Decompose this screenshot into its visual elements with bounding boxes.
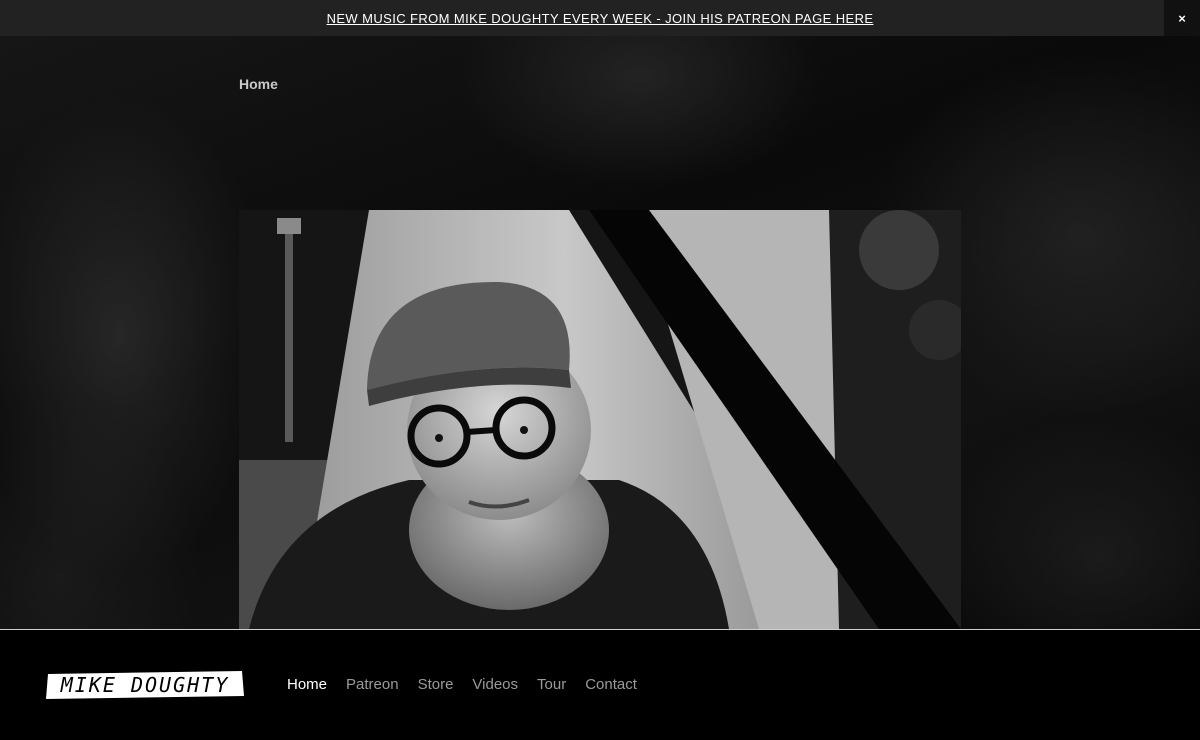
- nav-item-tour[interactable]: Tour: [537, 676, 566, 693]
- nav-item-contact[interactable]: Contact: [585, 676, 637, 693]
- logo-text: MIKE DOUGHTY: [60, 673, 230, 697]
- site-footer: MIKE DOUGHTY Home Patreon Store Videos T…: [0, 630, 1200, 740]
- nav-item-patreon[interactable]: Patreon: [346, 676, 399, 693]
- announcement-bar: NEW MUSIC FROM MIKE DOUGHTY EVERY WEEK -…: [0, 0, 1200, 36]
- nav-item-store[interactable]: Store: [418, 676, 454, 693]
- close-icon[interactable]: ×: [1164, 0, 1200, 36]
- announcement-link[interactable]: NEW MUSIC FROM MIKE DOUGHTY EVERY WEEK -…: [327, 11, 874, 26]
- hero-photo-illustration: [239, 210, 961, 629]
- hero-section: Home: [0, 36, 1200, 629]
- nav-item-home[interactable]: Home: [287, 676, 327, 693]
- hero-photo: [239, 210, 961, 629]
- breadcrumb-home[interactable]: Home: [239, 76, 278, 92]
- mike-doughty-logo[interactable]: MIKE DOUGHTY: [46, 671, 244, 699]
- nav-item-videos[interactable]: Videos: [472, 676, 518, 693]
- logo-graphic: MIKE DOUGHTY: [46, 671, 244, 699]
- main-nav: Home Patreon Store Videos Tour Contact: [287, 676, 637, 693]
